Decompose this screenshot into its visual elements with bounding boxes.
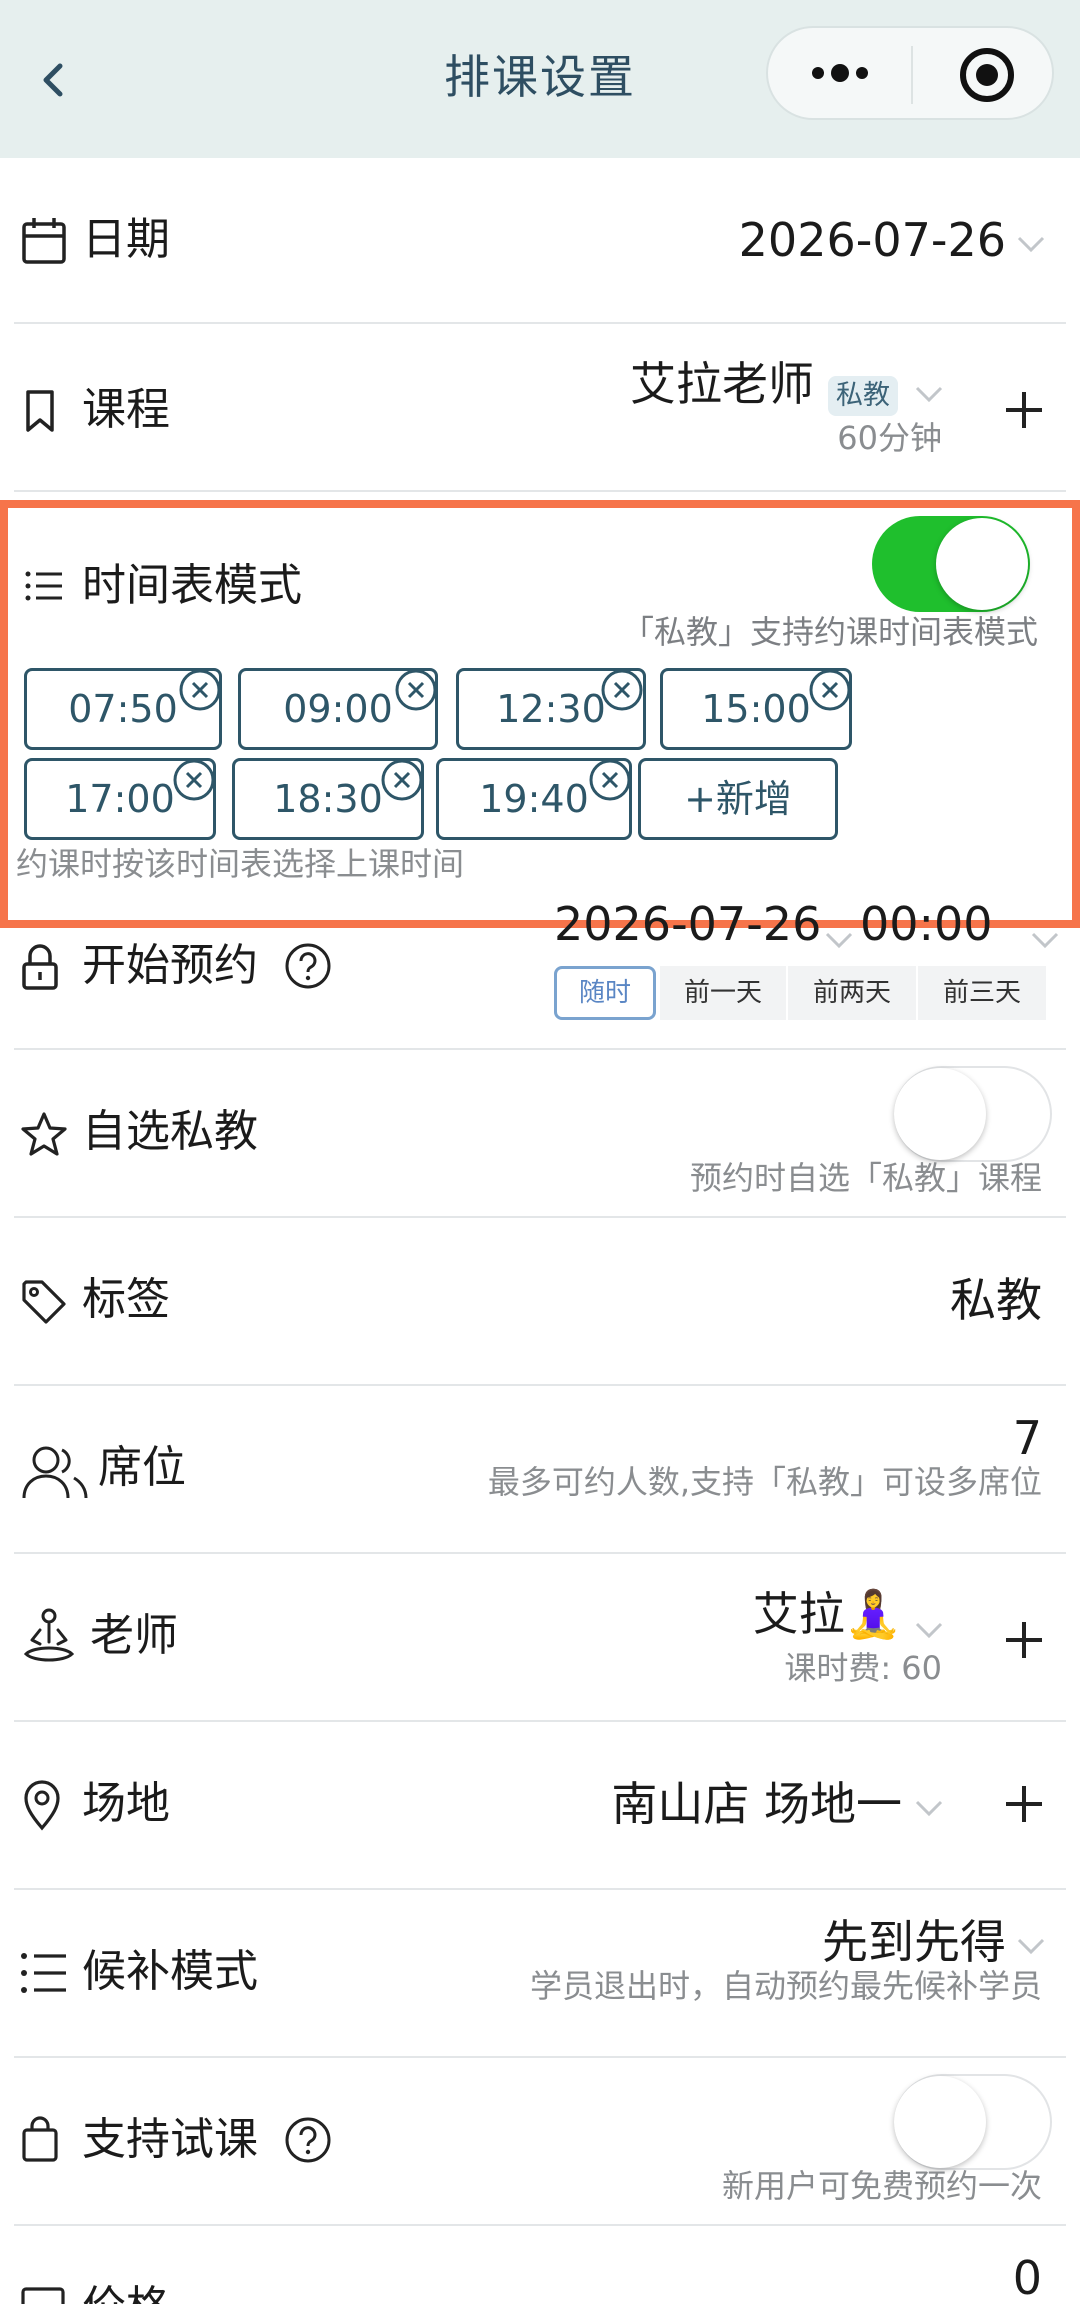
price-icon	[21, 2287, 65, 2304]
teacher-label: 老师	[90, 1610, 178, 1661]
venue-value[interactable]: 南山店 场地一	[611, 1774, 902, 1834]
teacher-row[interactable]: 老师 艾拉🧘‍♀️ 课时费: 60	[14, 1554, 1066, 1722]
price-row[interactable]: 价格 0	[14, 2226, 1066, 2304]
add-venue-icon[interactable]	[1002, 1782, 1046, 1826]
booking-option-three-days[interactable]: 前三天	[918, 966, 1046, 1020]
star-icon	[21, 1112, 67, 1156]
remove-time-icon[interactable]	[178, 668, 222, 712]
date-label: 日期	[82, 214, 170, 265]
booking-option-two-days[interactable]: 前两天	[788, 966, 916, 1020]
seats-row[interactable]: 席位 7 最多可约人数,支持「私教」可设多席位	[14, 1386, 1066, 1554]
teacher-fee: 课时费: 60	[784, 1649, 942, 1687]
help-icon[interactable]	[284, 942, 332, 990]
toggle-knob	[936, 518, 1028, 610]
schedule-mode-section: 时间表模式 「私教」支持约课时间表模式 07:50 09:00 12:30 15…	[0, 500, 1080, 928]
schedule-mode-hint: 「私教」支持约课时间表模式	[621, 613, 1038, 651]
date-row[interactable]: 日期 2026-07-26	[14, 158, 1066, 324]
chevron-down-icon	[915, 386, 943, 403]
self-select-hint: 预约时自选「私教」课程	[689, 1159, 1042, 1197]
shopping-bag-icon	[22, 2116, 58, 2162]
meditation-icon	[23, 1608, 75, 1662]
ordered-list-icon	[21, 1953, 66, 1993]
remove-time-icon[interactable]	[380, 758, 424, 802]
course-tag: 私教	[828, 376, 898, 416]
chevron-down-icon	[915, 1622, 943, 1639]
course-label: 课程	[82, 384, 170, 435]
remove-time-icon[interactable]	[808, 668, 852, 712]
venue-label: 场地	[82, 1778, 170, 1829]
waitlist-hint: 学员退出时，自动预约最先候补学员	[529, 1967, 1042, 2005]
trial-row: 支持试课 新用户可免费预约一次	[14, 2058, 1066, 2226]
booking-start-row: 开始预约 2026-07-26 00:00 随时 前一天 前两天 前三天	[14, 897, 1066, 1048]
remove-time-icon[interactable]	[588, 758, 632, 802]
calendar-icon	[22, 218, 66, 264]
users-icon	[22, 1446, 88, 1499]
trial-toggle[interactable]	[894, 2074, 1052, 2170]
waitlist-row[interactable]: 候补模式 先到先得 学员退出时，自动预约最先候补学员	[14, 1890, 1066, 2058]
course-value[interactable]: 艾拉老师	[630, 354, 814, 414]
divider	[14, 490, 1066, 492]
add-teacher-icon[interactable]	[1002, 1618, 1046, 1662]
self-select-row: 自选私教 预约时自选「私教」课程	[14, 1050, 1066, 1218]
add-course-icon[interactable]	[1002, 388, 1046, 432]
seats-hint: 最多可约人数,支持「私教」可设多席位	[487, 1463, 1042, 1501]
tags-row[interactable]: 标签 私教	[14, 1218, 1066, 1386]
booking-start-label: 开始预约	[82, 940, 258, 991]
booking-time-value[interactable]: 00:00	[860, 894, 993, 954]
lock-icon	[22, 944, 58, 990]
schedule-mode-toggle[interactable]	[872, 516, 1030, 612]
course-duration: 60分钟	[837, 419, 942, 457]
seats-value[interactable]: 7	[1013, 1408, 1042, 1468]
trial-hint: 新用户可免费预约一次	[721, 2167, 1042, 2205]
miniprogram-capsule	[766, 26, 1054, 120]
toggle-knob	[894, 1068, 986, 1160]
chevron-down-icon	[1017, 1938, 1045, 1955]
trial-label: 支持试课	[82, 2114, 258, 2165]
close-miniprogram-icon[interactable]	[958, 46, 1016, 104]
course-row[interactable]: 课程 艾拉老师 私教 60分钟	[14, 324, 1066, 492]
price-value[interactable]: 0	[1013, 2248, 1042, 2304]
price-label: 价格	[82, 2278, 170, 2304]
venue-row[interactable]: 场地 南山店 场地一	[14, 1722, 1066, 1890]
chevron-down-icon	[825, 932, 853, 949]
tags-value[interactable]: 私教	[950, 1270, 1042, 1330]
waitlist-label: 候补模式	[82, 1946, 258, 1997]
navigation-bar: 排课设置	[0, 0, 1080, 158]
teacher-value[interactable]: 艾拉🧘‍♀️	[753, 1584, 902, 1644]
waitlist-value[interactable]: 先到先得	[822, 1912, 1006, 1972]
date-value[interactable]: 2026-07-26	[739, 210, 1006, 270]
tag-icon	[22, 1280, 66, 1324]
remove-time-icon[interactable]	[394, 668, 438, 712]
booking-option-one-day[interactable]: 前一天	[660, 966, 786, 1020]
add-time-button[interactable]: +新增	[638, 758, 838, 840]
help-icon[interactable]	[284, 2116, 332, 2164]
tags-label: 标签	[82, 1274, 170, 1325]
booking-date-value[interactable]: 2026-07-26	[554, 894, 821, 954]
list-icon	[25, 571, 62, 601]
booking-option-anytime[interactable]: 随时	[554, 966, 656, 1020]
more-icon[interactable]	[804, 50, 876, 96]
location-pin-icon	[24, 1780, 60, 1831]
seats-label: 席位	[98, 1442, 186, 1493]
toggle-knob	[894, 2076, 986, 2168]
remove-time-icon[interactable]	[172, 758, 216, 802]
schedule-footer: 约课时按该时间表选择上课时间	[16, 845, 465, 883]
bookmark-icon	[26, 390, 54, 432]
capsule-divider	[911, 46, 913, 104]
self-select-label: 自选私教	[82, 1106, 258, 1157]
chevron-down-icon	[1031, 932, 1059, 949]
self-select-toggle[interactable]	[894, 1066, 1052, 1162]
chevron-down-icon	[915, 1800, 943, 1817]
remove-time-icon[interactable]	[600, 668, 644, 712]
chevron-down-icon	[1017, 236, 1045, 253]
schedule-mode-label: 时间表模式	[82, 560, 302, 611]
